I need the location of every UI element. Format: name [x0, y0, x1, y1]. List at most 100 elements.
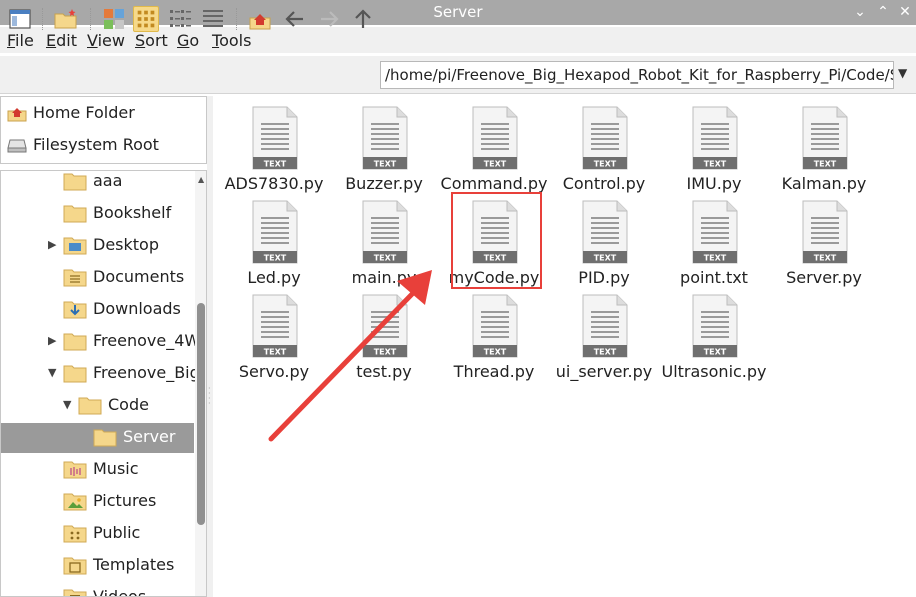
text-file-icon: TEXT — [362, 294, 408, 358]
file-item[interactable]: TEXT PID.py — [549, 192, 659, 287]
new-window-icon[interactable] — [7, 6, 33, 32]
home-icon[interactable] — [247, 6, 273, 32]
menu-sort[interactable]: Sort — [135, 31, 168, 50]
tree-item-downloads[interactable]: Downloads — [1, 295, 194, 325]
file-item[interactable]: TEXT Control.py — [549, 98, 659, 193]
text-file-icon: TEXT — [252, 106, 298, 170]
close-icon[interactable]: ✕ — [895, 2, 915, 22]
file-item[interactable]: TEXT test.py — [329, 286, 439, 381]
text-file-icon: TEXT — [362, 106, 408, 170]
file-name: Control.py — [562, 174, 646, 193]
icon-view-icon[interactable] — [133, 6, 159, 32]
tree-item-music[interactable]: Music — [1, 455, 194, 485]
expand-arrow-icon[interactable]: ▶ — [48, 334, 56, 347]
folder-icon — [63, 331, 87, 351]
tree-item-code[interactable]: ▼ Code — [1, 391, 194, 421]
text-file-icon: TEXT — [802, 106, 848, 170]
text-badge: TEXT — [374, 254, 397, 263]
file-item[interactable]: TEXT IMU.py — [659, 98, 769, 193]
drive-icon — [7, 139, 27, 153]
file-name: Server.py — [786, 268, 862, 287]
menu-edit[interactable]: Edit — [46, 31, 77, 50]
text-badge: TEXT — [264, 160, 287, 169]
tree-item-label: Pictures — [93, 491, 157, 510]
text-badge: TEXT — [594, 160, 617, 169]
text-badge: TEXT — [704, 160, 727, 169]
file-item[interactable]: TEXT ADS7830.py — [219, 98, 329, 193]
collapse-arrow-icon[interactable]: ▼ — [63, 398, 71, 411]
text-file-icon: TEXT — [692, 106, 738, 170]
text-file-icon: TEXT — [472, 106, 518, 170]
tree-item-label: Music — [93, 459, 139, 478]
tree-item-label: Freenove_4WD — [93, 331, 207, 350]
up-arrow-icon[interactable] — [350, 6, 376, 32]
tree-item-freenove-4wd[interactable]: ▶ Freenove_4WD — [1, 327, 206, 357]
file-name: Led.py — [247, 268, 301, 287]
file-item[interactable]: TEXT ui_server.py — [549, 286, 659, 381]
scroll-up-icon[interactable]: ▲ — [198, 175, 204, 184]
file-item[interactable]: TEXT Command.py — [439, 98, 549, 193]
maximize-icon[interactable]: ⌃ — [873, 2, 893, 22]
compact-view-icon[interactable] — [167, 6, 193, 32]
tree-item-templates[interactable]: Templates — [1, 551, 194, 581]
expand-arrow-icon[interactable]: ▶ — [48, 238, 56, 251]
text-badge: TEXT — [484, 348, 507, 357]
text-badge: TEXT — [704, 254, 727, 263]
text-file-icon: TEXT — [692, 294, 738, 358]
tree-item-public[interactable]: Public — [1, 519, 194, 549]
text-file-icon: TEXT — [252, 294, 298, 358]
folder-icon — [63, 363, 87, 383]
file-item[interactable]: TEXT Led.py — [219, 192, 329, 287]
tree-item-videos[interactable]: Videos — [1, 583, 194, 596]
forward-arrow-icon[interactable] — [316, 6, 342, 32]
file-name: IMU.py — [686, 174, 742, 193]
file-item[interactable]: TEXT Buzzer.py — [329, 98, 439, 193]
tree-item-label: Public — [93, 523, 141, 542]
minimize-icon[interactable]: ⌄ — [850, 2, 870, 22]
place-filesystem-root[interactable]: Filesystem Root — [5, 131, 205, 159]
tree-item-bookshelf[interactable]: Bookshelf — [1, 199, 194, 229]
text-file-icon: TEXT — [582, 106, 628, 170]
text-badge: TEXT — [264, 348, 287, 357]
text-badge: TEXT — [484, 160, 507, 169]
file-name: Thread.py — [453, 362, 535, 381]
file-item[interactable]: TEXT Ultrasonic.py — [659, 286, 769, 381]
file-item[interactable]: TEXT Servo.py — [219, 286, 329, 381]
thumbnail-view-icon[interactable] — [101, 6, 127, 32]
file-item[interactable]: TEXT Server.py — [769, 192, 879, 287]
text-file-icon: TEXT — [582, 294, 628, 358]
directory-tree: Videos Templates Public Pictures Music Server… — [0, 170, 207, 597]
collapse-arrow-icon[interactable]: ▼ — [48, 366, 56, 379]
text-file-icon: TEXT — [692, 200, 738, 264]
menu-tools[interactable]: Tools — [212, 31, 251, 50]
file-name: test.py — [356, 362, 412, 381]
tree-item-label: Code — [108, 395, 149, 414]
menu-view[interactable]: View — [87, 31, 125, 50]
address-bar[interactable]: /home/pi/Freenove_Big_Hexapod_Robot_Kit_… — [380, 61, 894, 89]
menu-file[interactable]: File — [7, 31, 34, 50]
tree-item-aaa[interactable]: aaa — [1, 171, 194, 197]
folder-icon — [63, 171, 87, 191]
tree-item-label: aaa — [93, 171, 123, 190]
places-panel: Home Folder Filesystem Root — [0, 96, 207, 164]
pictures-folder-icon — [63, 491, 87, 511]
detailed-list-view-icon[interactable] — [200, 6, 226, 32]
file-item[interactable]: TEXT point.txt — [659, 192, 769, 287]
file-name: main.py — [351, 268, 417, 287]
file-item[interactable]: TEXT Kalman.py — [769, 98, 879, 193]
tree-scrollbar-thumb[interactable] — [197, 303, 205, 525]
tree-item-server[interactable]: Server — [1, 423, 194, 453]
text-file-icon: TEXT — [802, 200, 848, 264]
place-home-folder[interactable]: Home Folder — [5, 99, 205, 127]
back-arrow-icon[interactable] — [282, 6, 308, 32]
tree-item-freenove-big[interactable]: ▼ Freenove_Big_ — [1, 359, 206, 389]
address-dropdown-icon[interactable]: ▼ — [898, 66, 907, 80]
new-folder-icon[interactable] — [53, 6, 79, 32]
file-item[interactable]: TEXT Thread.py — [439, 286, 549, 381]
tree-item-desktop[interactable]: ▶ Desktop — [1, 231, 194, 261]
file-item[interactable]: TEXT main.py — [329, 192, 439, 287]
menu-go[interactable]: Go — [177, 31, 199, 50]
tree-item-documents[interactable]: Documents — [1, 263, 194, 293]
folder-icon — [93, 427, 117, 447]
tree-item-pictures[interactable]: Pictures — [1, 487, 194, 517]
